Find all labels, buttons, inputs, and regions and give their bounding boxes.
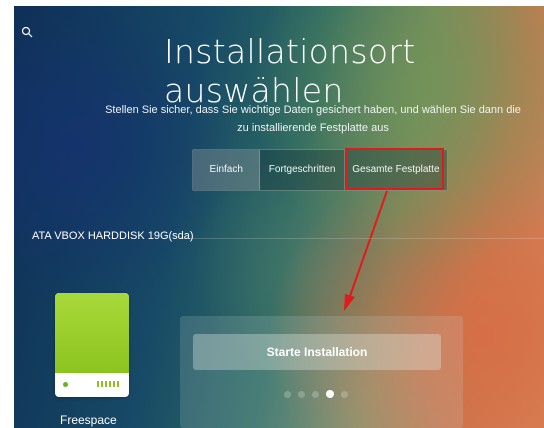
- page-dot[interactable]: [284, 390, 291, 398]
- hard-drive-icon[interactable]: [55, 293, 129, 397]
- page-dot-active[interactable]: [326, 390, 334, 398]
- tab-gesamte-festplatte[interactable]: Gesamte Festplatte: [345, 150, 447, 190]
- disk-divider: [179, 238, 544, 239]
- partition-label: Freespace: [60, 413, 117, 427]
- action-panel: [180, 316, 463, 428]
- pagination-dots: [284, 390, 348, 398]
- install-mode-tabs: Einfach Fortgeschritten Gesamte Festplat…: [192, 149, 448, 191]
- start-installation-button[interactable]: Starte Installation: [193, 334, 441, 370]
- tab-fortgeschritten[interactable]: Fortgeschritten: [260, 150, 345, 190]
- subtitle-line-1: Stellen Sie sicher, dass Sie wichtige Da…: [105, 104, 521, 116]
- installer-screen: Installationsort auswählen Stellen Sie s…: [14, 6, 544, 428]
- page-subtitle: Stellen Sie sicher, dass Sie wichtige Da…: [84, 101, 542, 137]
- tab-einfach[interactable]: Einfach: [193, 150, 261, 190]
- drive-partition-fill: [55, 293, 129, 373]
- disk-name: ATA VBOX HARDDISK 19G(sda): [32, 230, 194, 242]
- subtitle-line-2: zu installierende Festplatte aus: [237, 122, 389, 134]
- page-dot[interactable]: [341, 390, 348, 398]
- page-dot[interactable]: [298, 390, 305, 398]
- drive-vents: [97, 381, 119, 387]
- page-title: Installationsort auswählen: [164, 32, 416, 110]
- page-dot[interactable]: [312, 390, 319, 398]
- drive-led: [63, 382, 68, 387]
